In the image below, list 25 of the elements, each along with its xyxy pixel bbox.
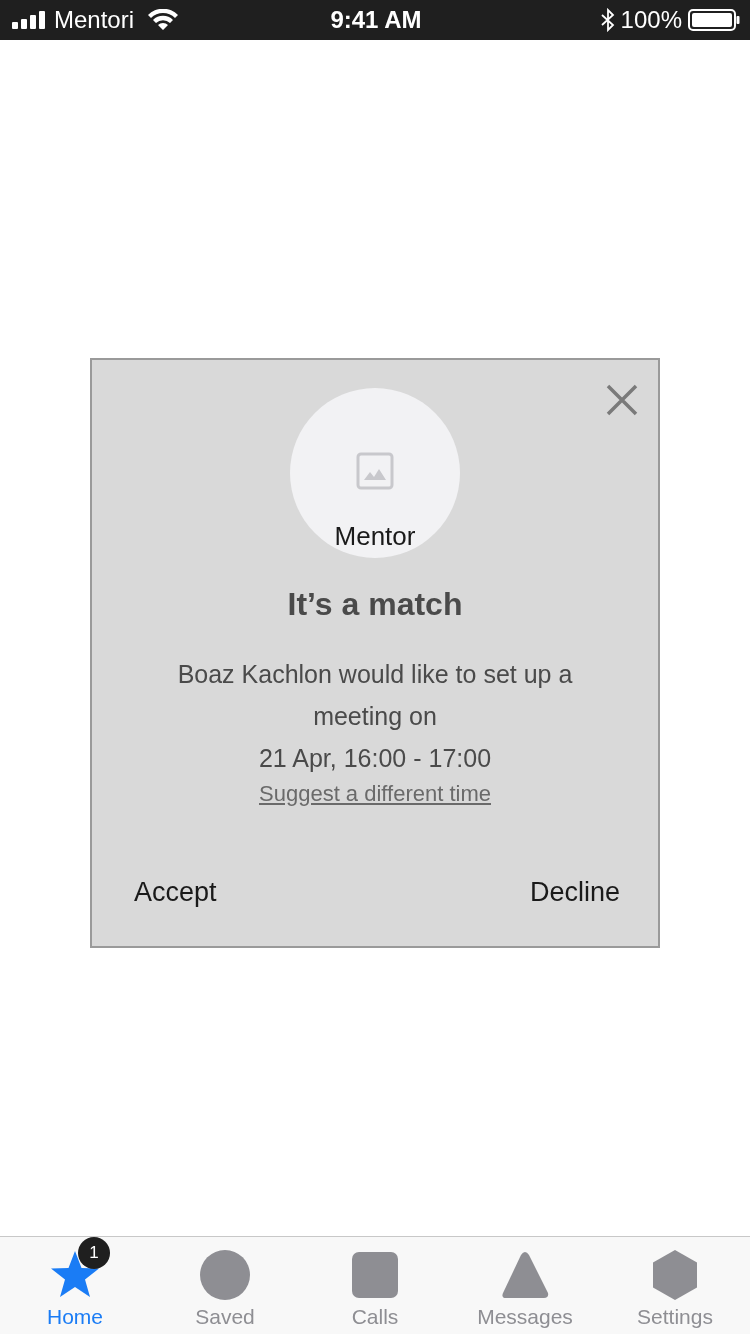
- notification-badge: 1: [78, 1237, 110, 1269]
- meeting-time: 21 Apr, 16:00 - 17:00: [258, 743, 492, 774]
- image-icon: [356, 452, 394, 490]
- dialog-title: It’s a match: [287, 586, 463, 623]
- decline-button[interactable]: Decline: [529, 877, 620, 908]
- clock-time: 9:41 AM: [330, 6, 422, 34]
- battery-icon: [688, 9, 740, 31]
- square-icon: [349, 1249, 401, 1301]
- suggest-time-link[interactable]: Suggest a different time: [259, 781, 491, 807]
- close-icon: [606, 384, 638, 416]
- battery-percent: 100%: [620, 6, 682, 34]
- tab-item[interactable]: Calls: [300, 1237, 450, 1334]
- accept-button[interactable]: Accept: [134, 877, 217, 908]
- dialog-message: Boaz Kachlon would like to set up a meeting on: [176, 659, 574, 732]
- wifi-icon: [148, 9, 179, 31]
- signal-icon: [12, 11, 46, 29]
- triangle-icon: [499, 1249, 551, 1301]
- bluetooth-icon: [600, 8, 615, 32]
- carrier-name: Mentori: [54, 6, 135, 34]
- circle-icon: [199, 1249, 251, 1301]
- tab-item[interactable]: Messages: [450, 1237, 600, 1334]
- avatar-label: Mentor: [334, 521, 416, 552]
- tab-item[interactable]: 1 Home: [0, 1237, 150, 1334]
- tab-item[interactable]: Settings: [600, 1237, 750, 1334]
- tab-item[interactable]: Saved: [150, 1237, 300, 1334]
